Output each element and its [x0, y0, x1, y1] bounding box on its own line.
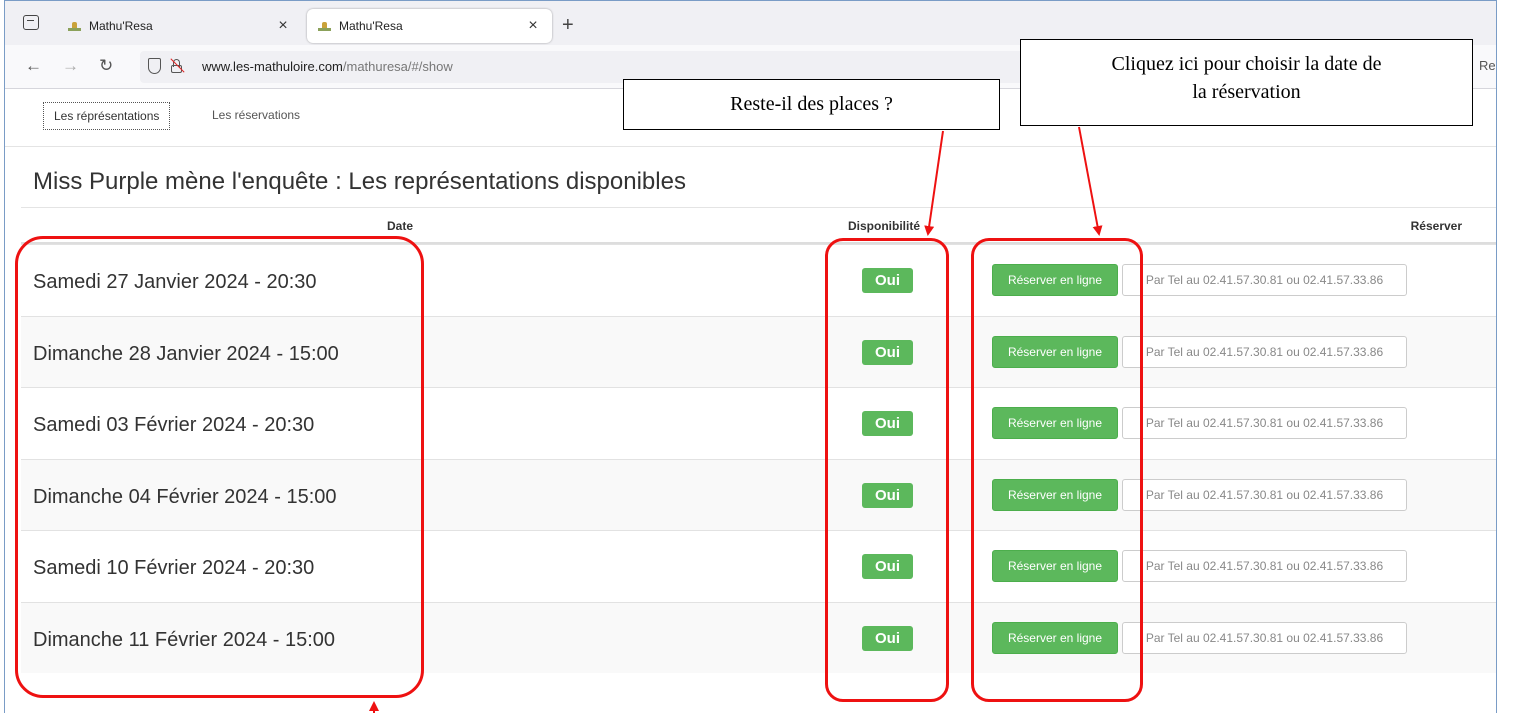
book-by-phone-button[interactable]: Par Tel au 02.41.57.30.81 ou 02.41.57.33… — [1122, 335, 1407, 368]
tab-list-icon[interactable] — [23, 15, 39, 30]
back-arrow-icon[interactable]: ← — [25, 57, 42, 74]
close-tab-icon[interactable]: × — [524, 17, 542, 35]
book-by-phone-button[interactable]: Par Tel au 02.41.57.30.81 ou 02.41.57.33… — [1122, 264, 1407, 296]
site-favicon-icon — [317, 20, 333, 32]
annotation-callout-places: Reste-il des places ? — [623, 79, 1000, 130]
insecure-lock-icon[interactable] — [170, 58, 185, 73]
annotation-highlight-availability — [825, 238, 949, 702]
column-header-date: Date — [387, 219, 414, 233]
annotation-highlight-dates — [15, 236, 424, 698]
book-by-phone-button[interactable]: Par Tel au 02.41.57.30.81 ou 02.41.57.33… — [1122, 550, 1407, 582]
forward-arrow-icon[interactable]: → — [62, 57, 79, 74]
book-by-phone-button[interactable]: Par Tel au 02.41.57.30.81 ou 02.41.57.33… — [1122, 621, 1407, 654]
annotation-callout-date-line1: Cliquez ici pour choisir la date de — [1111, 53, 1382, 75]
column-header-availability: Disponibilité — [848, 219, 920, 233]
annotation-callout-date-line2: la réservation — [1192, 81, 1301, 103]
browser-tab[interactable]: Mathu'Resa × — [57, 9, 302, 43]
page-title: Miss Purple mène l'enquête : Les représe… — [33, 168, 686, 195]
browser-tab-active[interactable]: Mathu'Resa × — [307, 9, 552, 43]
toolbar-truncated-label[interactable]: Re — [1479, 58, 1496, 73]
url-text[interactable]: www.les-mathuloire.com/mathuresa/#/show — [202, 59, 453, 74]
book-by-phone-button[interactable]: Par Tel au 02.41.57.30.81 ou 02.41.57.33… — [1122, 407, 1407, 439]
close-tab-icon[interactable]: × — [274, 17, 292, 35]
book-by-phone-button[interactable]: Par Tel au 02.41.57.30.81 ou 02.41.57.33… — [1122, 478, 1407, 511]
tab-representations[interactable]: Les réprésentations — [43, 102, 171, 130]
column-header-reserve: Réserver — [1410, 219, 1462, 233]
reload-icon[interactable]: ↻ — [99, 57, 113, 74]
annotation-highlight-reserve — [971, 238, 1143, 702]
site-favicon-icon — [67, 20, 83, 32]
browser-tab-title: Mathu'Resa — [89, 19, 153, 33]
annotation-callout-date: Cliquez ici pour choisir la date de la r… — [1020, 39, 1473, 126]
new-tab-plus-icon[interactable]: + — [562, 14, 574, 37]
tab-reservations[interactable]: Les réservations — [202, 102, 310, 130]
tracking-shield-icon[interactable] — [148, 58, 161, 74]
browser-tab-title: Mathu'Resa — [339, 19, 403, 33]
